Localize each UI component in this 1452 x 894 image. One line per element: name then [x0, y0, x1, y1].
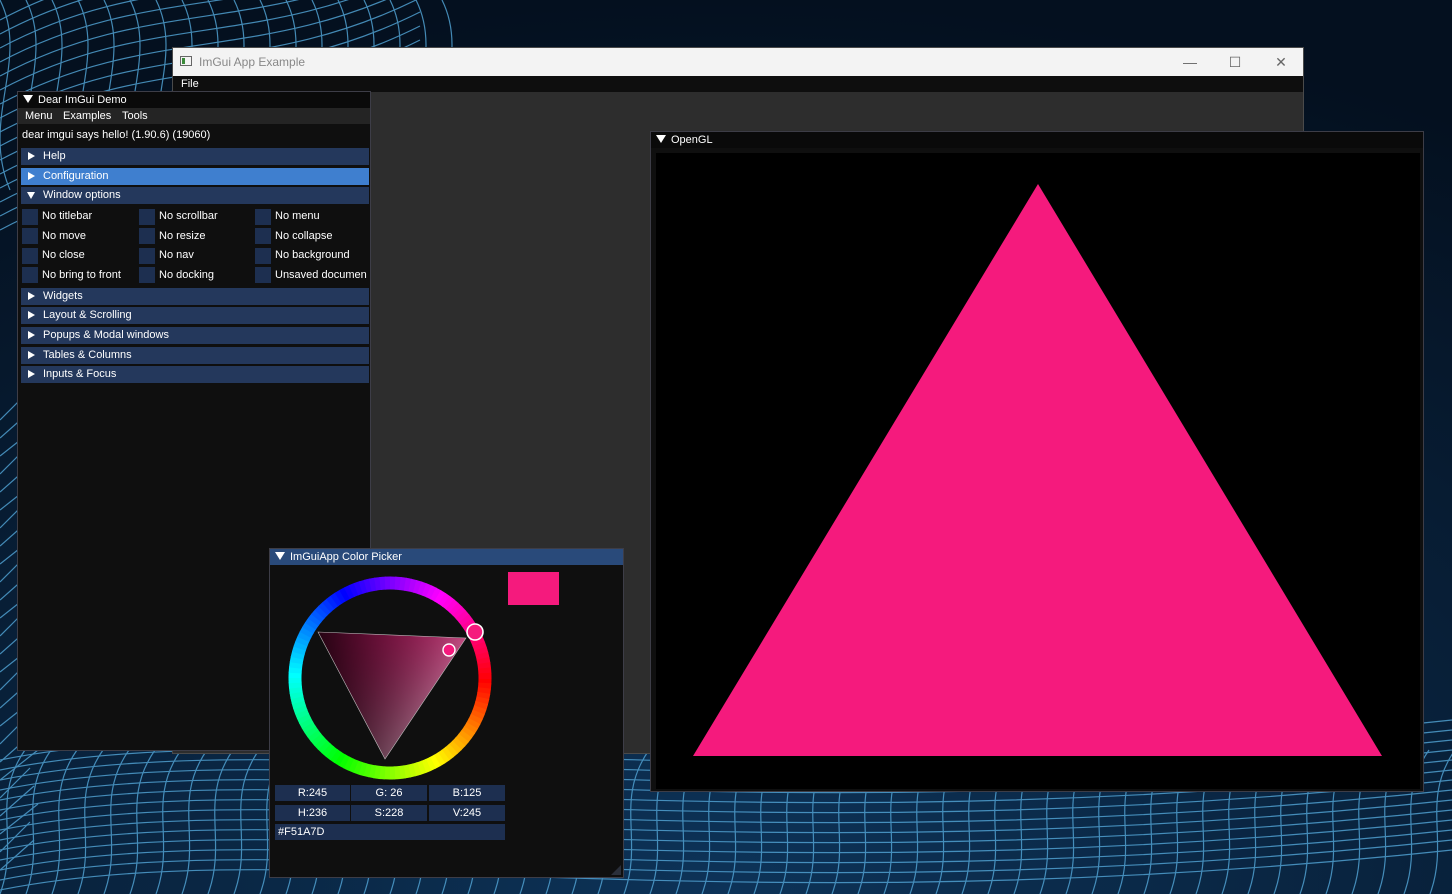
- checkbox-label: No docking: [159, 269, 215, 281]
- checkbox-no-collapse[interactable]: [255, 228, 271, 244]
- header-widgets[interactable]: Widgets: [21, 288, 369, 305]
- checkbox-no-background[interactable]: [255, 248, 271, 264]
- collapse-icon[interactable]: [275, 552, 285, 560]
- hello-text: dear imgui says hello! (1.90.6) (19060): [22, 129, 211, 141]
- header-layout-scrolling[interactable]: Layout & Scrolling: [21, 307, 369, 324]
- header-label: Inputs & Focus: [43, 368, 117, 380]
- header-popups-modal[interactable]: Popups & Modal windows: [21, 327, 369, 344]
- host-menubar: File: [173, 76, 1303, 92]
- field-red[interactable]: R:245: [275, 785, 350, 801]
- expand-arrow-icon: [28, 331, 35, 339]
- picker-titlebar[interactable]: ImGuiApp Color Picker: [270, 549, 623, 565]
- hue-handle[interactable]: [466, 623, 484, 641]
- checkbox-no-menu[interactable]: [255, 209, 271, 225]
- rendered-triangle: [693, 184, 1382, 756]
- field-hue[interactable]: H:236: [275, 805, 350, 821]
- picker-title: ImGuiApp Color Picker: [290, 551, 402, 563]
- field-green[interactable]: G: 26: [351, 785, 427, 801]
- menu-examples[interactable]: Examples: [63, 110, 111, 122]
- expand-arrow-icon: [28, 292, 35, 300]
- expand-arrow-icon: [28, 351, 35, 359]
- menu-menu[interactable]: Menu: [25, 110, 53, 122]
- field-hex[interactable]: #F51A7D: [275, 824, 505, 840]
- demo-titlebar[interactable]: Dear ImGui Demo: [18, 92, 370, 108]
- expand-arrow-icon: [28, 152, 35, 160]
- expand-arrow-icon: [28, 370, 35, 378]
- checkbox-label: No close: [42, 249, 85, 261]
- header-label: Layout & Scrolling: [43, 309, 132, 321]
- host-titlebar[interactable]: ImGui App Example — ☐ ✕: [173, 48, 1303, 76]
- checkbox-no-bring-to-front[interactable]: [22, 267, 38, 283]
- maximize-button[interactable]: ☐: [1212, 48, 1258, 76]
- collapse-icon[interactable]: [23, 95, 33, 103]
- checkbox-no-resize[interactable]: [139, 228, 155, 244]
- checkbox-label: No titlebar: [42, 210, 93, 222]
- header-inputs-focus[interactable]: Inputs & Focus: [21, 366, 369, 383]
- checkbox-no-nav[interactable]: [139, 248, 155, 264]
- checkbox-no-titlebar[interactable]: [22, 209, 38, 225]
- checkbox-label: No menu: [275, 210, 320, 222]
- collapse-icon[interactable]: [656, 135, 666, 143]
- host-title: ImGui App Example: [199, 55, 306, 69]
- checkbox-label: No nav: [159, 249, 194, 261]
- sv-handle[interactable]: [442, 643, 456, 657]
- expand-arrow-icon: [28, 311, 35, 319]
- checkbox-unsaved-document[interactable]: [255, 267, 271, 283]
- header-label: Tables & Columns: [43, 349, 132, 361]
- demo-menubar: Menu Examples Tools: [18, 108, 370, 124]
- checkbox-no-docking[interactable]: [139, 267, 155, 283]
- checkbox-label: No resize: [159, 230, 206, 242]
- checkbox-label: No bring to front: [42, 269, 121, 281]
- opengl-titlebar[interactable]: OpenGL: [651, 132, 1423, 148]
- checkbox-label: Unsaved documen: [275, 269, 367, 281]
- header-label: Popups & Modal windows: [43, 329, 169, 341]
- header-window-options[interactable]: Window options: [21, 187, 369, 204]
- close-button[interactable]: ✕: [1258, 48, 1304, 76]
- checkbox-no-close[interactable]: [22, 248, 38, 264]
- header-tables-columns[interactable]: Tables & Columns: [21, 347, 369, 364]
- checkbox-label: No collapse: [275, 230, 333, 242]
- header-label: Help: [43, 150, 66, 162]
- demo-title: Dear ImGui Demo: [38, 94, 127, 106]
- header-label: Widgets: [43, 290, 83, 302]
- checkbox-no-move[interactable]: [22, 228, 38, 244]
- header-help[interactable]: Help: [21, 148, 369, 165]
- header-configuration[interactable]: Configuration: [21, 168, 369, 185]
- minimize-button[interactable]: —: [1167, 48, 1213, 76]
- collapse-arrow-icon: [27, 192, 35, 199]
- header-label: Window options: [43, 189, 121, 201]
- menu-tools[interactable]: Tools: [122, 110, 148, 122]
- opengl-title: OpenGL: [671, 134, 713, 146]
- checkbox-label: No scrollbar: [159, 210, 218, 222]
- opengl-viewport: [656, 153, 1420, 789]
- color-picker-window: ImGuiApp Color Picker R:245 G: 26 B:125 …: [269, 548, 624, 878]
- checkbox-no-scrollbar[interactable]: [139, 209, 155, 225]
- expand-arrow-icon: [28, 172, 35, 180]
- field-blue[interactable]: B:125: [429, 785, 505, 801]
- color-wheel[interactable]: [280, 568, 500, 788]
- header-label: Configuration: [43, 170, 109, 182]
- app-icon: [180, 56, 192, 66]
- checkbox-label: No move: [42, 230, 87, 242]
- field-value[interactable]: V:245: [429, 805, 505, 821]
- field-saturation[interactable]: S:228: [351, 805, 427, 821]
- menu-file[interactable]: File: [181, 78, 199, 90]
- checkbox-label: No background: [275, 249, 350, 261]
- color-swatch[interactable]: [508, 572, 559, 605]
- opengl-window: OpenGL: [650, 131, 1424, 792]
- resize-grip[interactable]: [611, 865, 621, 875]
